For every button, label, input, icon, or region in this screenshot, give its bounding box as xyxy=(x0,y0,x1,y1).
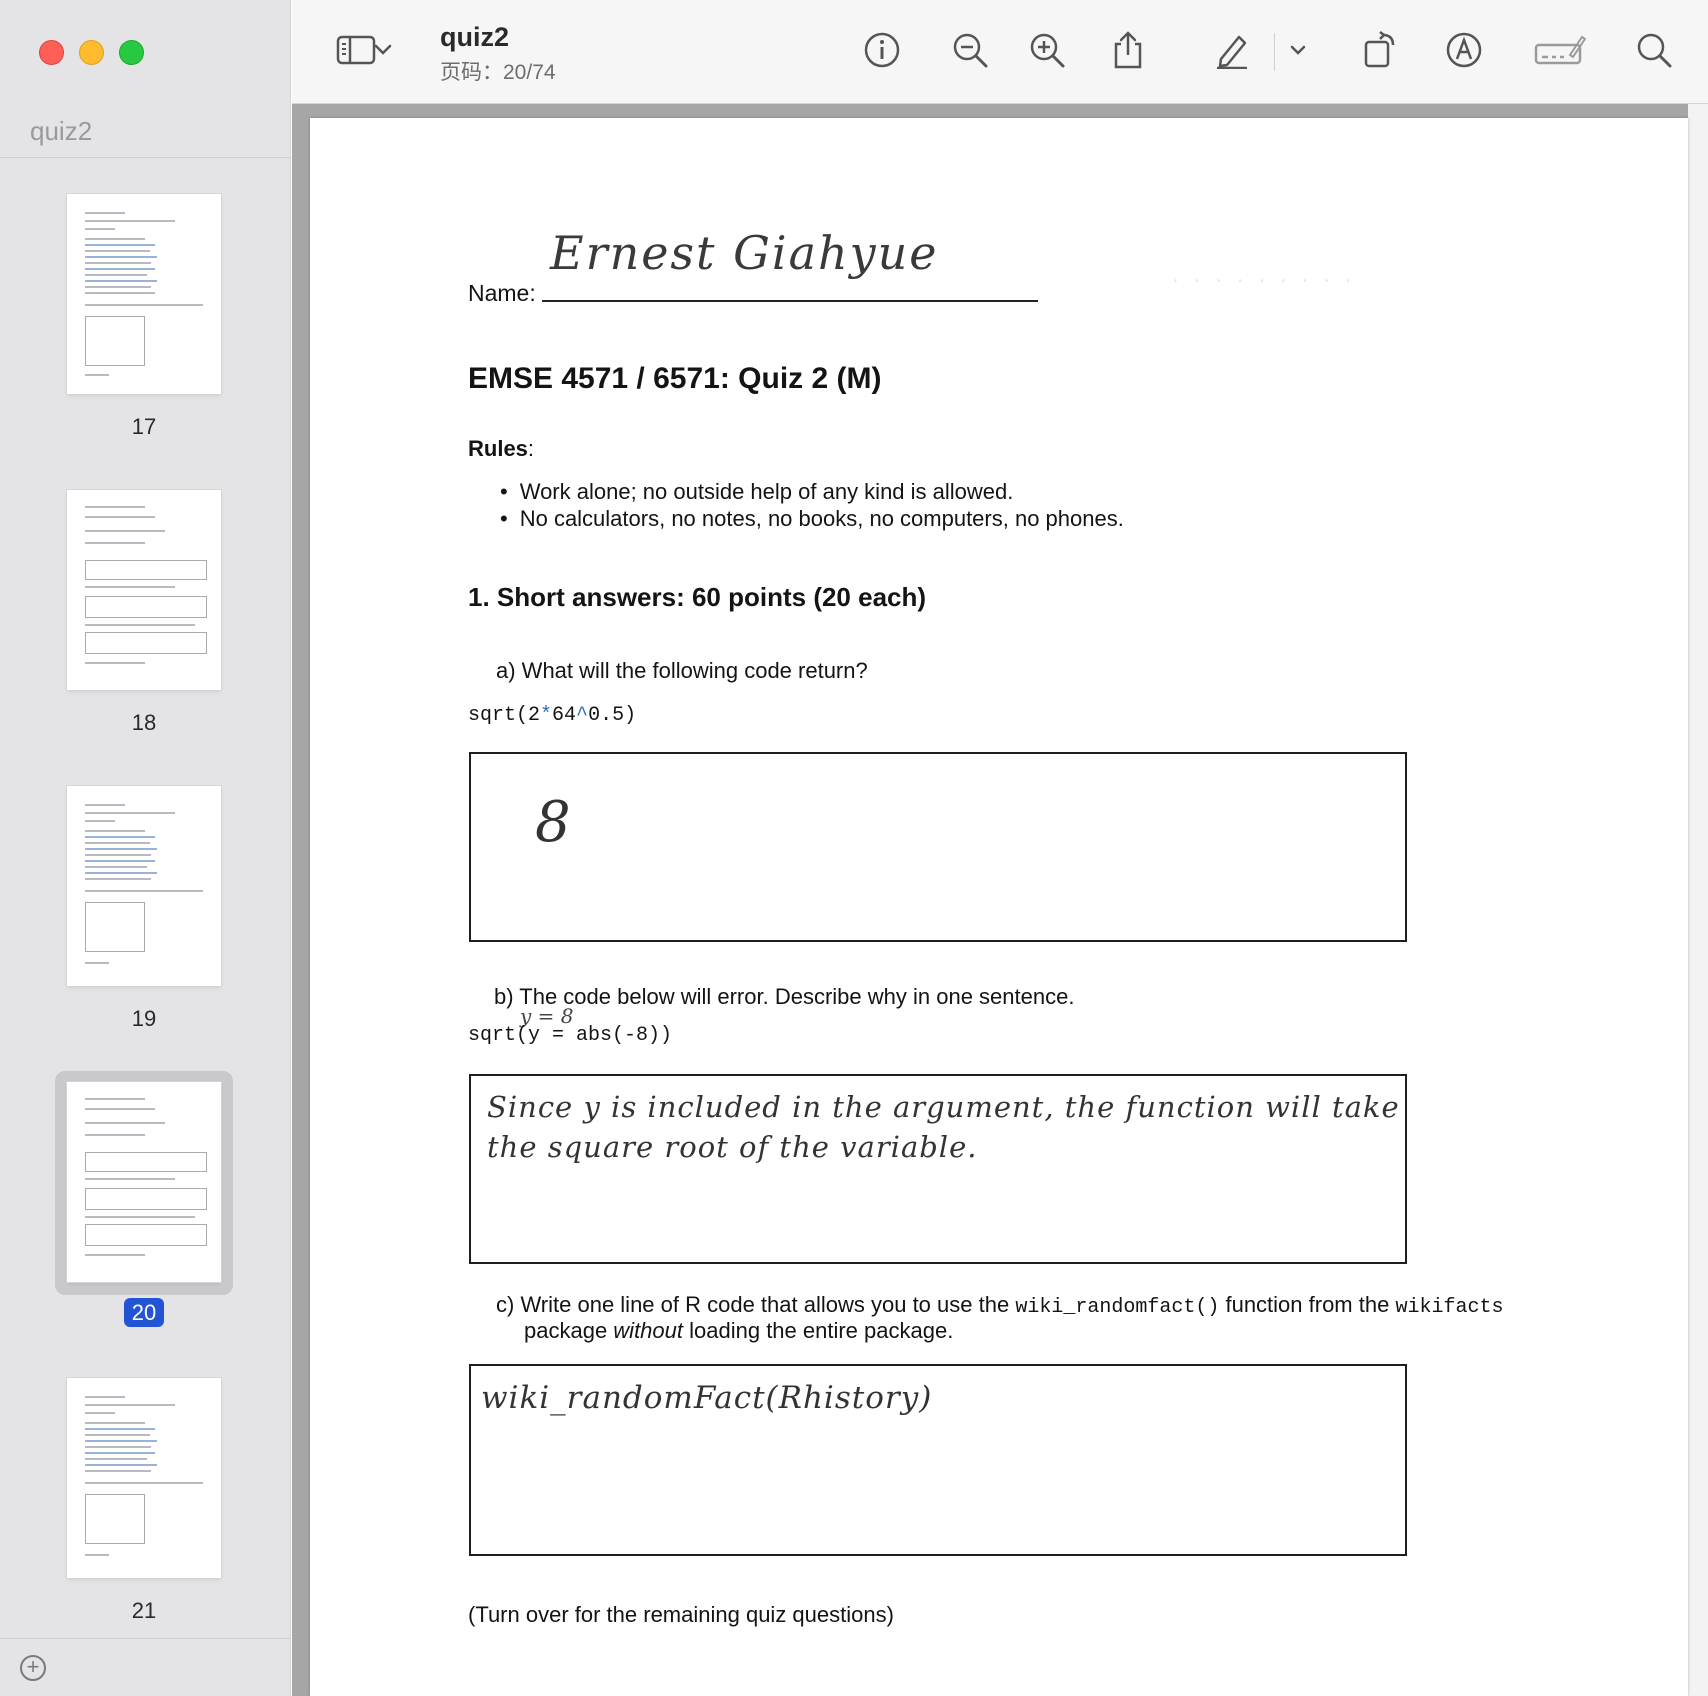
rotate-icon[interactable] xyxy=(1358,28,1402,72)
thumbnail-label-17: 17 xyxy=(131,414,157,439)
toolbar: quiz2 页码：20/74 xyxy=(292,0,1708,104)
thumbnail-label-20: 20 xyxy=(67,1298,221,1327)
handwritten-answer-c: wiki_randomFact(Rhistory) xyxy=(481,1380,933,1416)
sidebar-bottom-divider xyxy=(0,1638,291,1639)
sidebar: quiz2 17 18 19 20 21 + xyxy=(0,0,291,1696)
question-c-label-line2: package without loading the entire packa… xyxy=(524,1318,954,1343)
search-icon[interactable] xyxy=(1632,28,1676,72)
document-title: quiz2 xyxy=(440,22,510,52)
question-c-label-line1: c) Write one line of R code that allows … xyxy=(496,1292,1504,1319)
minimize-window-button[interactable] xyxy=(79,40,104,65)
name-underline xyxy=(542,300,1038,302)
scrollbar-track[interactable] xyxy=(1688,104,1708,1696)
sidebar-title: quiz2 xyxy=(30,116,93,146)
page-thumbnail-20[interactable] xyxy=(67,1082,221,1282)
thumbnail-label-18: 18 xyxy=(131,710,157,735)
annotate-icon[interactable] xyxy=(1442,28,1486,72)
sidebar-divider xyxy=(0,157,291,158)
page-indicator: 页码：20/74 xyxy=(440,61,556,84)
question-a-label: a) What will the following code return? xyxy=(496,658,868,683)
info-icon[interactable] xyxy=(860,28,904,72)
rules-label: Rules xyxy=(468,436,528,461)
rule-item: No calculators, no notes, no books, no c… xyxy=(500,505,1124,532)
handwritten-answer-b-line2: the square root of the variable. xyxy=(487,1130,978,1164)
turn-over-note: (Turn over for the remaining quiz questi… xyxy=(468,1602,894,1627)
answer-box-b: Since y is included in the argument, the… xyxy=(469,1074,1407,1264)
rules-list: Work alone; no outside help of any kind … xyxy=(500,478,1124,532)
close-window-button[interactable] xyxy=(39,40,64,65)
question-b-label: b) The code below will error. Describe w… xyxy=(494,984,1075,1009)
share-icon[interactable] xyxy=(1106,28,1150,72)
signature-icon[interactable] xyxy=(1532,28,1588,72)
rules-colon: : xyxy=(527,436,535,461)
question-a-code: sqrt(2*64^0.5) xyxy=(468,704,637,727)
markup-pen-icon[interactable] xyxy=(1210,28,1254,72)
handwritten-answer-a: 8 xyxy=(535,790,571,855)
zoom-out-icon[interactable] xyxy=(948,28,992,72)
markup-options-chevron-down-icon[interactable] xyxy=(1286,28,1310,72)
quiz-title: EMSE 4571 / 6571: Quiz 2 (M) xyxy=(468,362,882,395)
answer-box-c: wiki_randomFact(Rhistory) xyxy=(469,1364,1407,1556)
bleed-through-text: . . . . . . . . . xyxy=(1170,268,1354,288)
current-page-badge: 20 xyxy=(123,1298,165,1327)
name-label: Name: xyxy=(468,280,536,306)
section-title: 1. Short answers: 60 points (20 each) xyxy=(468,582,927,612)
rule-item: Work alone; no outside help of any kind … xyxy=(500,478,1124,505)
answer-box-a: 8 xyxy=(469,752,1407,942)
add-page-icon[interactable]: + xyxy=(20,1655,46,1681)
toolbar-divider xyxy=(1274,33,1275,71)
handwritten-answer-b-line1: Since y is included in the argument, the… xyxy=(487,1090,1400,1124)
page-thumbnail-18[interactable] xyxy=(67,490,221,690)
page-thumbnail-21[interactable] xyxy=(67,1378,221,1578)
fullscreen-window-button[interactable] xyxy=(119,40,144,65)
rules-heading: Rules: xyxy=(468,436,534,462)
page-thumbnail-19[interactable] xyxy=(67,786,221,986)
sidebar-options-chevron-down-icon[interactable] xyxy=(370,28,396,72)
handwritten-name: Ernest Giahyue xyxy=(550,226,939,280)
question-b-code: sqrt(y = abs(-8)) xyxy=(468,1024,673,1047)
thumbnail-label-21: 21 xyxy=(131,1598,157,1623)
page-thumbnail-17[interactable] xyxy=(67,194,221,394)
thumbnail-label-19: 19 xyxy=(131,1006,157,1031)
pdf-page: . . . . . . . . . Name: Ernest Giahyue E… xyxy=(310,118,1688,1696)
zoom-in-icon[interactable] xyxy=(1025,28,1069,72)
